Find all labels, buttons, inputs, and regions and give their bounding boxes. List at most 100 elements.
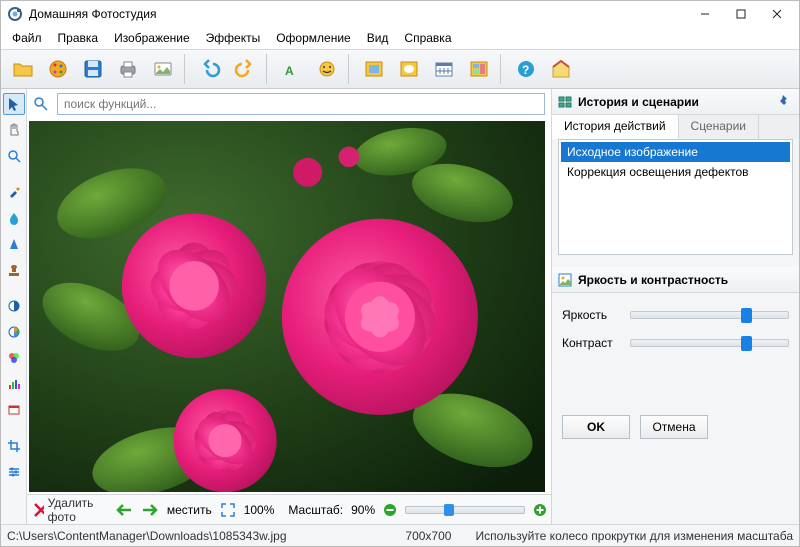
history-tabs: История действий Сценарии [552, 115, 799, 139]
fit-label: местить [167, 503, 212, 517]
prev-image-button[interactable] [115, 499, 133, 521]
redo-button[interactable] [229, 53, 261, 85]
main-toolbar: A ? [1, 49, 799, 89]
contrast-label: Контраст [562, 336, 622, 350]
collage-button[interactable] [463, 53, 495, 85]
tool-postcard[interactable] [3, 399, 25, 421]
tool-histogram[interactable] [3, 373, 25, 395]
text-button[interactable]: A [276, 53, 308, 85]
left-toolbar [1, 89, 27, 524]
minimize-button[interactable] [687, 3, 723, 25]
menu-file[interactable]: Файл [5, 29, 49, 47]
history-list[interactable]: Исходное изображение Коррекция освещения… [558, 139, 793, 255]
menu-image[interactable]: Изображение [107, 29, 197, 47]
help-button[interactable]: ? [510, 53, 542, 85]
next-image-button[interactable] [141, 499, 159, 521]
tool-hand[interactable] [3, 119, 25, 141]
history-panel-title: История и сценарии [578, 95, 699, 109]
history-item[interactable]: Коррекция освещения дефектов [561, 162, 790, 182]
brightness-slider[interactable] [630, 311, 789, 319]
zoom-in-button[interactable] [533, 499, 547, 521]
contrast-slider-thumb[interactable] [741, 336, 752, 351]
save-button[interactable] [77, 53, 109, 85]
menu-effects[interactable]: Эффекты [199, 29, 268, 47]
contrast-slider[interactable] [630, 339, 789, 347]
tool-crop[interactable] [3, 435, 25, 457]
brightness-slider-thumb[interactable] [741, 308, 752, 323]
delete-photo-button[interactable]: Удалить фото [33, 496, 99, 524]
mask-button[interactable] [393, 53, 425, 85]
brightness-panel-header: Яркость и контрастность [552, 267, 799, 293]
status-dimensions: 700x700 [405, 529, 451, 543]
brightness-label: Яркость [562, 308, 622, 322]
search-icon [31, 94, 51, 114]
zoom-slider[interactable] [405, 506, 525, 514]
menubar: Файл Правка Изображение Эффекты Оформлен… [1, 27, 799, 49]
catalog-button[interactable] [147, 53, 179, 85]
brightness-row: Яркость [562, 301, 789, 329]
window-title: Домашняя Фотостудия [29, 7, 687, 21]
zoom-slider-thumb[interactable] [444, 504, 454, 516]
svg-text:?: ? [522, 63, 529, 77]
image-canvas[interactable] [29, 121, 545, 492]
tool-stamp[interactable] [3, 259, 25, 281]
status-hint: Используйте колесо прокрутки для изменен… [475, 529, 793, 543]
ok-button[interactable]: OK [562, 415, 630, 439]
tool-zoom[interactable] [3, 145, 25, 167]
zoom-value: 90% [351, 503, 375, 517]
pin-icon[interactable] [777, 94, 793, 110]
search-input[interactable] [57, 93, 545, 115]
menu-help[interactable]: Справка [397, 29, 458, 47]
open-button[interactable] [7, 53, 39, 85]
tool-brush[interactable] [3, 181, 25, 203]
menu-design[interactable]: Оформление [269, 29, 357, 47]
canvas-holder [27, 119, 551, 494]
tool-pointer[interactable] [3, 93, 25, 115]
maximize-button[interactable] [723, 3, 759, 25]
tool-sharpen[interactable] [3, 233, 25, 255]
brightness-panel-body: Яркость Контраст OK Отмена [552, 293, 799, 447]
home-button[interactable] [545, 53, 577, 85]
right-panel: История и сценарии История действий Сцен… [551, 89, 799, 524]
app-icon [7, 6, 23, 22]
sticker-button[interactable] [311, 53, 343, 85]
cancel-button[interactable]: Отмена [640, 415, 708, 439]
status-path: C:\Users\ContentManager\Downloads\108534… [7, 529, 287, 543]
status-bar: C:\Users\ContentManager\Downloads\108534… [1, 524, 799, 546]
palette-button[interactable] [42, 53, 74, 85]
tool-drop[interactable] [3, 207, 25, 229]
history-panel-icon [558, 95, 572, 109]
fit-screen-button[interactable] [220, 499, 236, 521]
zoom-label: Масштаб: [288, 503, 343, 517]
frame-button[interactable] [358, 53, 390, 85]
menu-view[interactable]: Вид [360, 29, 396, 47]
brightness-panel-icon [558, 273, 572, 287]
history-item[interactable]: Исходное изображение [561, 142, 790, 162]
brightness-panel: Яркость и контрастность Яркость Контраст… [552, 267, 799, 447]
search-row [27, 89, 551, 119]
tool-rgb[interactable] [3, 347, 25, 369]
tool-levels[interactable] [3, 461, 25, 483]
fit-percent: 100% [244, 503, 275, 517]
print-button[interactable] [112, 53, 144, 85]
zoom-out-button[interactable] [383, 499, 397, 521]
tool-contrast[interactable] [3, 295, 25, 317]
tool-hue[interactable] [3, 321, 25, 343]
tab-scenarios[interactable]: Сценарии [679, 115, 759, 139]
svg-text:A: A [285, 64, 294, 78]
delete-icon [33, 502, 44, 518]
bottom-toolbar: Удалить фото местить 100% Масштаб: 90% [27, 494, 551, 524]
brightness-panel-title: Яркость и контрастность [578, 273, 728, 287]
contrast-row: Контраст [562, 329, 789, 357]
history-panel-header: История и сценарии [552, 89, 799, 115]
delete-photo-label: Удалить фото [48, 496, 99, 524]
menu-edit[interactable]: Правка [51, 29, 106, 47]
calendar-button[interactable] [428, 53, 460, 85]
tab-history[interactable]: История действий [552, 115, 679, 139]
brightness-buttons: OK Отмена [562, 407, 789, 439]
undo-button[interactable] [194, 53, 226, 85]
titlebar: Домашняя Фотостудия [1, 1, 799, 27]
close-button[interactable] [759, 3, 795, 25]
center-pane: Удалить фото местить 100% Масштаб: 90% [27, 89, 551, 524]
workarea: Удалить фото местить 100% Масштаб: 90% И… [1, 89, 799, 524]
